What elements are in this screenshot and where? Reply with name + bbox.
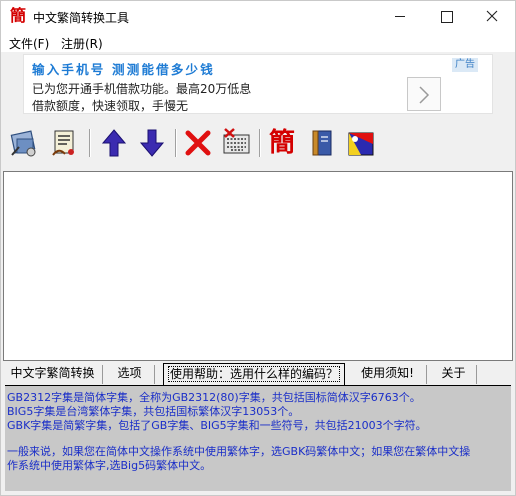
tab-bar: 中文字繁简转换 选项 使用帮助：选用什么样的编码？ 使用须知! 关于: [3, 363, 513, 385]
keyboard-clear-icon: [223, 128, 250, 154]
toolbar-separator: [259, 129, 261, 157]
clear-button[interactable]: [221, 127, 251, 159]
text-editor[interactable]: [3, 171, 513, 361]
tab-notice[interactable]: 使用须知!: [349, 365, 427, 384]
help-line: GBK字集是简繁字集，包括了GB字集、BIG5字集和一些符号，共包括21003个…: [7, 419, 427, 432]
simplified-char-icon: 簡: [268, 128, 295, 158]
tab-help[interactable]: 使用帮助：选用什么样的编码？: [163, 363, 345, 385]
help-line: GB2312字集是简体字集，全称为GB2312(80)字集，共包括国标简体汉字6…: [7, 391, 421, 404]
ad-text-line2: 借款额度，快速领取，手慢无: [32, 99, 189, 113]
toolbar-separator: [175, 129, 177, 157]
menu-file[interactable]: 文件(F): [9, 35, 49, 52]
help-panel: GB2312字集是简体字集，全称为GB2312(80)字集，共包括国标简体汉字6…: [5, 385, 511, 491]
arrow-up-icon: [101, 129, 127, 157]
toolbar: 簡: [1, 119, 515, 167]
move-down-button[interactable]: [137, 127, 167, 159]
delete-x-icon: [185, 130, 211, 156]
tab-convert[interactable]: 中文字繁简转换: [3, 365, 103, 384]
help-line: BIG5字集是台湾繁体字集，共包括国标繁体汉字13053个。: [7, 405, 300, 418]
tab-options[interactable]: 选项: [105, 365, 155, 384]
help-line: 作系统中使用繁体字,选Big5码繁体中文。: [7, 459, 212, 472]
tab-help-label: 使用帮助：选用什么样的编码？: [167, 366, 340, 382]
close-icon: [486, 10, 498, 22]
flag-icon: [348, 132, 374, 156]
open-file-button[interactable]: [9, 127, 39, 159]
book-icon: [312, 130, 332, 156]
menu-register[interactable]: 注册(R): [61, 35, 103, 52]
ad-headline[interactable]: 输入手机号 测测能借多少钱: [32, 59, 215, 78]
move-up-button[interactable]: [99, 127, 129, 159]
ad-next-button[interactable]: [407, 77, 441, 111]
menu-bar: 文件(F) 注册(R): [1, 32, 515, 52]
minimize-button[interactable]: [377, 1, 423, 32]
simplified-button[interactable]: 簡: [267, 127, 297, 159]
toolbar-separator: [89, 129, 91, 157]
book-button[interactable]: [307, 127, 337, 159]
app-icon: 簡: [9, 6, 26, 25]
ad-tag: 广告: [452, 58, 478, 72]
convert-script-icon: [52, 130, 74, 156]
tab-about[interactable]: 关于: [431, 365, 477, 384]
convert-button[interactable]: [49, 127, 79, 159]
ad-banner[interactable]: 输入手机号 测测能借多少钱 已为您开通手机借款功能。最高20万低息 借款额度，快…: [23, 54, 493, 114]
maximize-button[interactable]: [423, 1, 469, 32]
title-bar[interactable]: 簡 中文繁简转换工具: [1, 1, 515, 32]
open-file-icon: [10, 130, 36, 157]
close-button[interactable]: [469, 1, 515, 32]
window-title: 中文繁简转换工具: [33, 11, 130, 25]
main-window: 簡 中文繁简转换工具 文件(F) 注册(R) 输入手机号 测测能借多少钱 已为您…: [0, 0, 516, 496]
chevron-right-icon: [419, 86, 430, 104]
delete-button[interactable]: [183, 127, 213, 159]
ad-text-line1: 已为您开通手机借款功能。最高20万低息: [32, 82, 252, 96]
flag-button[interactable]: [345, 127, 375, 159]
arrow-down-icon: [139, 129, 165, 157]
help-line: 一般来说，如果您在简体中文操作系统中使用繁体字，选GBK码繁体中文；如果您在繁体…: [7, 445, 471, 458]
